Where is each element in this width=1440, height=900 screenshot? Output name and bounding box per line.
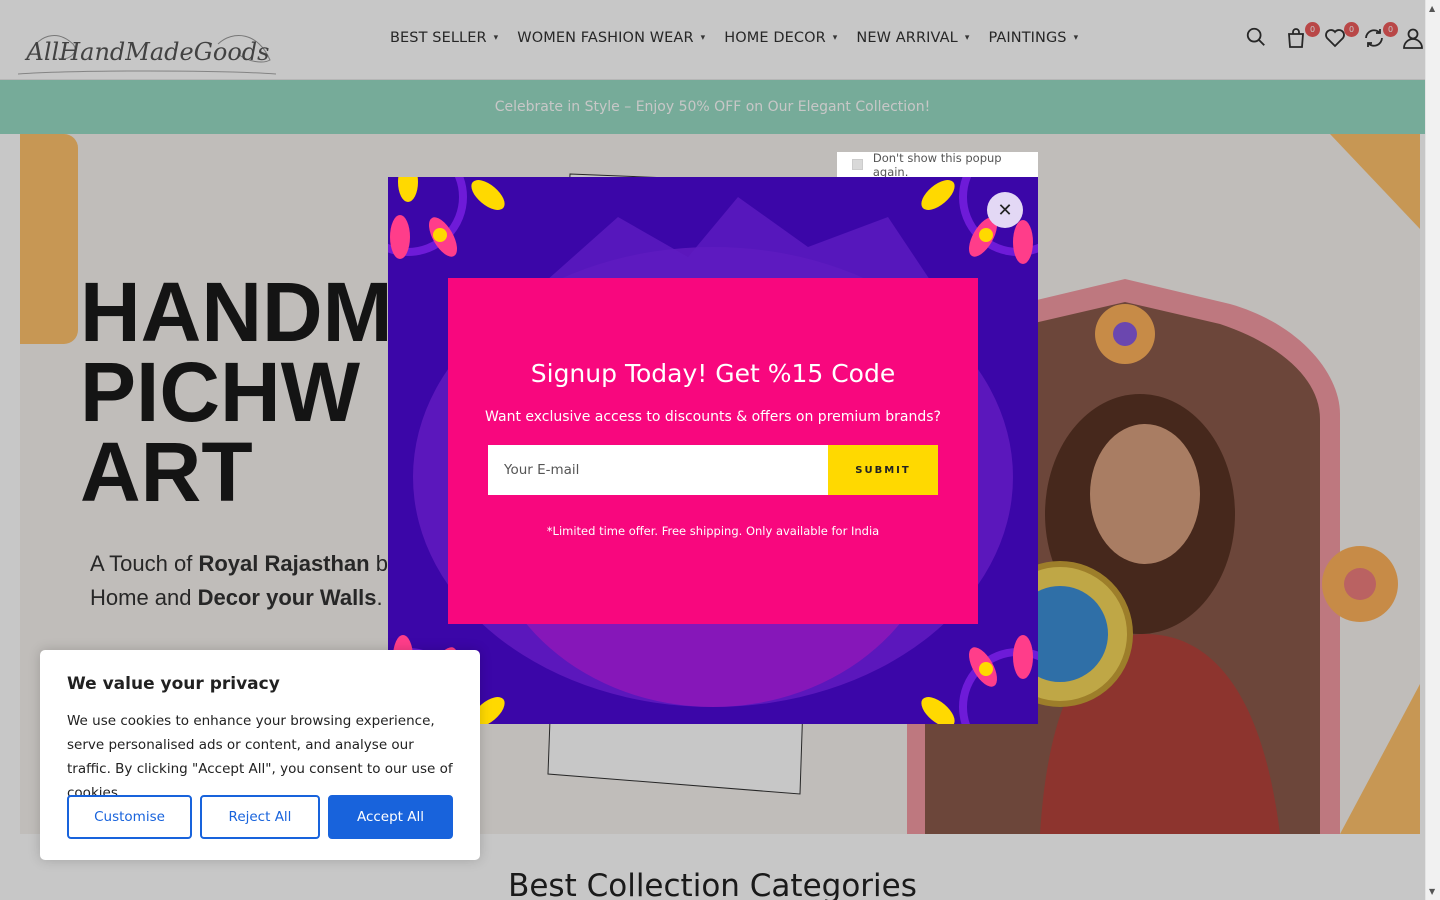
- page-scrollbar[interactable]: ▲ ▼: [1425, 0, 1440, 900]
- popup-note: *Limited time offer. Free shipping. Only…: [546, 524, 880, 538]
- dont-show-label: Don't show this popup again.: [872, 150, 1002, 179]
- reject-all-button[interactable]: Reject All: [200, 795, 320, 839]
- scroll-down-icon[interactable]: ▼: [1429, 887, 1435, 896]
- submit-button[interactable]: SUBMIT: [828, 445, 938, 495]
- popup-content-box: Signup Today! Get %15 Code Want exclusiv…: [448, 278, 978, 624]
- close-icon: ✕: [997, 199, 1013, 221]
- dont-show-again-option[interactable]: Don't show this popup again.: [837, 150, 1038, 179]
- cookie-buttons: Customise Reject All Accept All: [67, 795, 453, 839]
- customise-button[interactable]: Customise: [67, 795, 192, 839]
- popup-title: Signup Today! Get %15 Code: [530, 359, 896, 388]
- signup-popup: Signup Today! Get %15 Code Want exclusiv…: [388, 177, 1038, 724]
- scroll-up-icon[interactable]: ▲: [1429, 4, 1435, 13]
- accept-all-button[interactable]: Accept All: [328, 795, 453, 839]
- email-input[interactable]: [488, 445, 828, 495]
- popup-description: Want exclusive access to discounts & off…: [485, 409, 941, 425]
- cookie-title: We value your privacy: [67, 674, 280, 694]
- dont-show-checkbox[interactable]: [852, 159, 863, 170]
- close-popup-button[interactable]: ✕: [987, 192, 1023, 228]
- cookie-text: We use cookies to enhance your browsing …: [67, 713, 453, 801]
- cookie-consent-banner: We value your privacy We use cookies to …: [40, 650, 480, 860]
